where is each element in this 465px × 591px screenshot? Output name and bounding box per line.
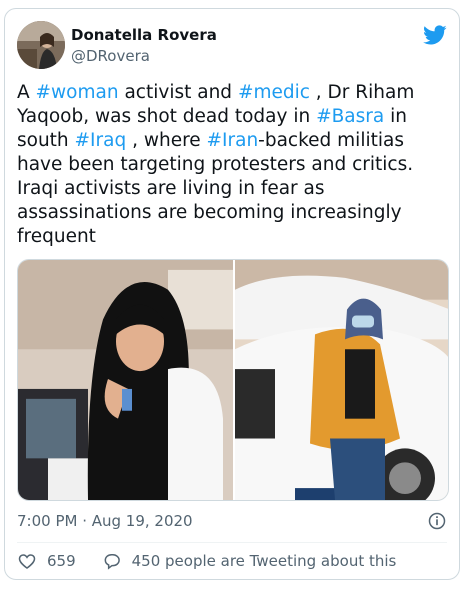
- hashtag-link[interactable]: #Iran: [207, 130, 259, 151]
- conversation-link[interactable]: 450 people are Tweeting about this: [102, 551, 397, 571]
- like-count: 659: [47, 552, 76, 570]
- author-avatar[interactable]: [17, 21, 65, 69]
- divider: [17, 542, 447, 543]
- media-photo-1[interactable]: [18, 260, 233, 500]
- like-button[interactable]: 659: [17, 551, 76, 571]
- hashtag-link[interactable]: #woman: [36, 82, 119, 103]
- tweet-text-segment: activist and: [118, 82, 238, 103]
- tweet-text: A #woman activist and #medic , Dr Riham …: [17, 81, 445, 249]
- conversation-text: 450 people are Tweeting about this: [131, 552, 397, 570]
- twitter-bird-icon[interactable]: [423, 23, 447, 47]
- info-icon[interactable]: [427, 511, 447, 531]
- tweet-actions: 659 450 people are Tweeting about this: [17, 549, 422, 573]
- hashtag-link[interactable]: #medic: [238, 82, 310, 103]
- hashtag-link[interactable]: #Iraq: [75, 130, 127, 151]
- tweet-media[interactable]: [17, 259, 449, 501]
- tweet-card: Donatella Rovera @DRovera A #woman activ…: [4, 8, 460, 580]
- heart-icon: [18, 554, 36, 570]
- speech-bubble-icon: [104, 554, 120, 570]
- author-name[interactable]: Donatella Rovera: [71, 26, 217, 45]
- tweet-text-segment: , where: [126, 130, 207, 151]
- tweet-timestamp[interactable]: 7:00 PM · Aug 19, 2020: [17, 511, 193, 531]
- tweet-text-segment: A: [17, 82, 36, 103]
- author-handle[interactable]: @DRovera: [71, 47, 150, 66]
- hashtag-link[interactable]: #Basra: [316, 106, 384, 127]
- media-photo-2[interactable]: [235, 260, 449, 500]
